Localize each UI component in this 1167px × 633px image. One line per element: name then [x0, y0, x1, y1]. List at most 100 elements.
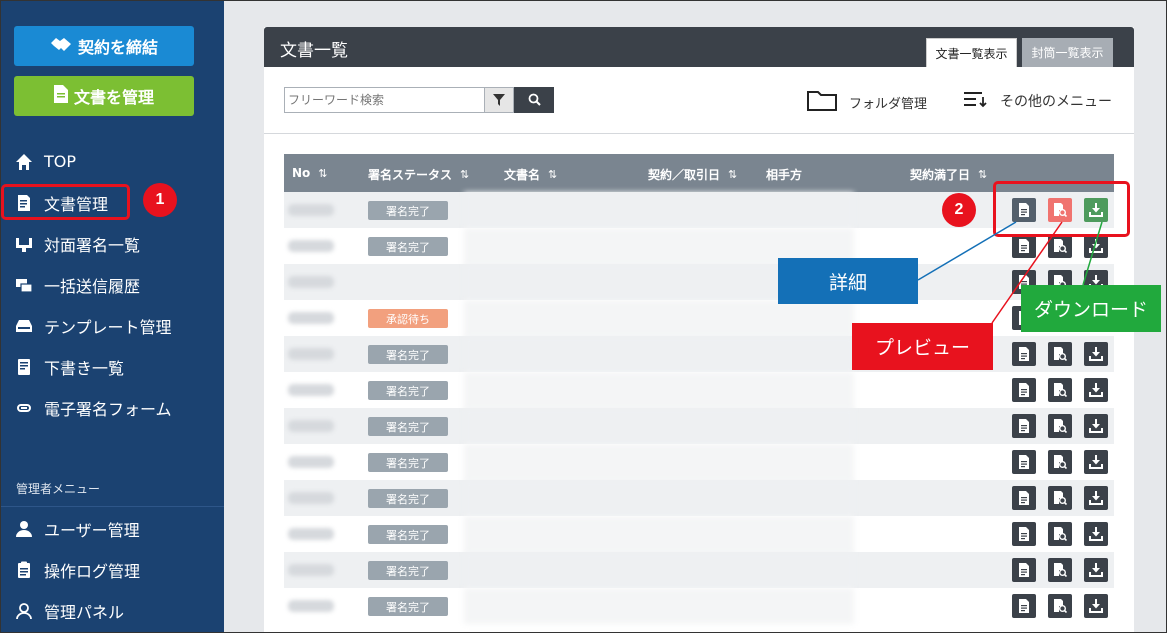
nav-item-user-management[interactable]: ユーザー管理: [0, 508, 224, 549]
table-header: No ⇅ 署名ステータス ⇅ 文書名 ⇅ 契約／取引日 ⇅ 相手方 契約満了日 ⇅: [284, 154, 1114, 192]
nav-label: TOP: [44, 152, 77, 171]
nav-item-template[interactable]: テンプレート管理: [0, 305, 224, 346]
document-number: [288, 528, 334, 540]
table-row[interactable]: 署名完了: [284, 408, 1114, 444]
status-badge: 署名完了: [368, 453, 448, 472]
download-icon: [1089, 419, 1103, 433]
nav-item-bulk-send[interactable]: 一括送信履歴: [0, 264, 224, 305]
download-button[interactable]: [1084, 522, 1108, 546]
table-row[interactable]: 署名完了: [284, 444, 1114, 480]
sort-list-icon: [964, 89, 988, 113]
nav-item-e-signature-form[interactable]: 電子署名フォーム: [0, 387, 224, 428]
detail-button[interactable]: [1012, 450, 1036, 474]
document-number: [288, 600, 334, 612]
preview-button[interactable]: [1048, 522, 1072, 546]
table-row[interactable]: 署名完了: [284, 588, 1114, 624]
table-row[interactable]: 署名完了: [284, 372, 1114, 408]
nav-label: 電子署名フォーム: [44, 399, 172, 419]
status-badge: 署名完了: [368, 381, 448, 400]
preview-icon: [1053, 347, 1067, 361]
download-button[interactable]: [1084, 234, 1108, 258]
sort-icon: ⇅: [318, 166, 328, 180]
preview-button[interactable]: [1048, 342, 1072, 366]
column-header-contract-date[interactable]: 契約／取引日 ⇅: [648, 166, 737, 183]
column-header-expiry-date[interactable]: 契約満了日 ⇅: [910, 166, 987, 183]
preview-button[interactable]: [1048, 450, 1072, 474]
column-header-counterparty[interactable]: 相手方: [766, 166, 802, 183]
preview-icon: [1053, 419, 1067, 433]
column-header-no[interactable]: No ⇅: [292, 166, 328, 180]
status-badge: 署名完了: [368, 237, 448, 256]
detail-button[interactable]: [1012, 378, 1036, 402]
document-number: [288, 384, 334, 396]
detail-button[interactable]: [1012, 414, 1036, 438]
other-menu-link[interactable]: その他のメニュー: [964, 89, 1112, 113]
nav-item-operation-log[interactable]: 操作ログ管理: [0, 549, 224, 590]
download-icon: [1089, 563, 1103, 577]
preview-button[interactable]: [1048, 414, 1072, 438]
detail-icon: [1017, 491, 1031, 505]
contract-button-label: 契約を締結: [77, 38, 158, 57]
nav-item-face-to-face[interactable]: 対面署名一覧: [0, 223, 224, 264]
detail-button[interactable]: [1012, 486, 1036, 510]
preview-button[interactable]: [1048, 558, 1072, 582]
folder-management-link[interactable]: フォルダ管理: [807, 89, 927, 115]
nav-item-admin-panel[interactable]: 管理パネル: [0, 590, 224, 631]
detail-button[interactable]: [1012, 234, 1036, 258]
other-menu-label: その他のメニュー: [1000, 94, 1112, 110]
preview-button[interactable]: [1048, 234, 1072, 258]
download-button[interactable]: [1084, 594, 1108, 618]
log-icon: [14, 561, 34, 579]
contract-button[interactable]: 契約を締結: [14, 26, 194, 66]
callout-download: ダウンロード: [1021, 285, 1161, 332]
table-row[interactable]: 署名完了: [284, 192, 1114, 228]
preview-button[interactable]: [1048, 486, 1072, 510]
column-header-document-name[interactable]: 文書名 ⇅: [504, 166, 557, 183]
tab-envelope-list[interactable]: 封筒一覧表示: [1022, 38, 1113, 67]
table-row[interactable]: 署名完了: [284, 480, 1114, 516]
sort-icon: ⇅: [460, 168, 470, 181]
tab-document-list[interactable]: 文書一覧表示: [926, 38, 1017, 67]
download-button[interactable]: [1084, 378, 1108, 402]
bulk-send-icon: [14, 276, 34, 294]
preview-button[interactable]: [1048, 594, 1072, 618]
preview-icon: [1053, 527, 1067, 541]
detail-icon: [1017, 563, 1031, 577]
detail-button[interactable]: [1012, 522, 1036, 546]
search-button[interactable]: [514, 87, 554, 113]
table-row[interactable]: 署名完了: [284, 516, 1114, 552]
download-icon: [1089, 347, 1103, 361]
detail-button[interactable]: [1012, 558, 1036, 582]
preview-icon: [1053, 383, 1067, 397]
table-row[interactable]: [284, 264, 1114, 300]
download-button[interactable]: [1084, 450, 1108, 474]
detail-button[interactable]: [1012, 342, 1036, 366]
table-row[interactable]: 署名完了: [284, 552, 1114, 588]
preview-button[interactable]: [1048, 378, 1072, 402]
document-number: [288, 240, 334, 252]
step-2-badge: 2: [942, 193, 976, 227]
download-button[interactable]: [1084, 414, 1108, 438]
nav-item-drafts[interactable]: 下書き一覧: [0, 346, 224, 387]
download-button[interactable]: [1084, 558, 1108, 582]
table-row[interactable]: 署名完了: [284, 228, 1114, 264]
card-header: 文書一覧 文書一覧表示 封筒一覧表示: [264, 27, 1134, 67]
status-badge: 署名完了: [368, 525, 448, 544]
manage-documents-button[interactable]: 文書を管理: [14, 76, 194, 116]
status-badge: 署名完了: [368, 489, 448, 508]
detail-icon: [1017, 419, 1031, 433]
filter-button[interactable]: [484, 87, 514, 113]
nav-item-top[interactable]: TOP: [0, 141, 224, 182]
nav-label: 管理パネル: [44, 602, 125, 622]
user-icon: [14, 520, 34, 538]
detail-icon: [1017, 383, 1031, 397]
template-icon: [14, 317, 34, 335]
column-header-status[interactable]: 署名ステータス ⇅: [368, 166, 469, 183]
admin-menu-title: 管理者メニュー: [16, 482, 101, 496]
download-button[interactable]: [1084, 486, 1108, 510]
status-badge: 署名完了: [368, 201, 448, 220]
detail-button[interactable]: [1012, 594, 1036, 618]
download-button[interactable]: [1084, 342, 1108, 366]
preview-icon: [1053, 239, 1067, 253]
search-input[interactable]: [284, 87, 484, 113]
